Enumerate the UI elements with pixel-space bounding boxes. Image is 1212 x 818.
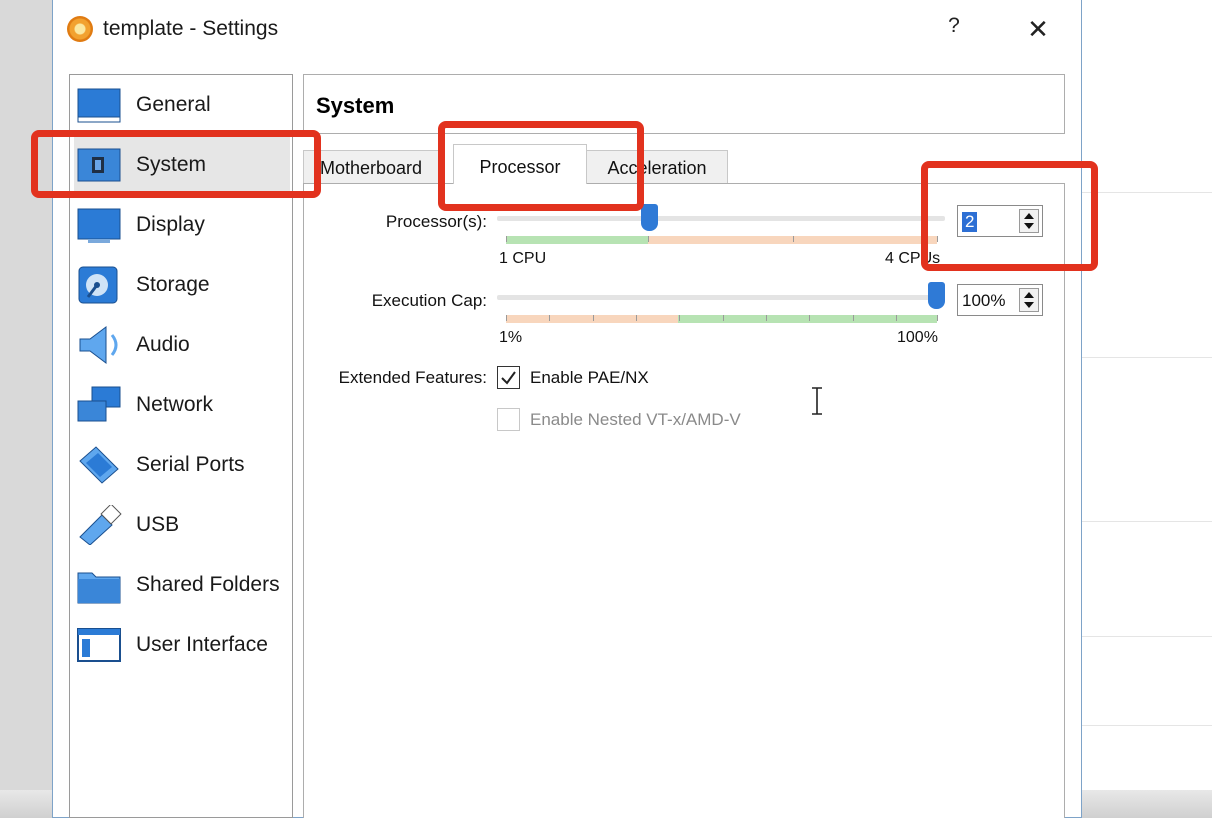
- sidebar-item-user-interface[interactable]: User Interface: [74, 617, 290, 673]
- slider-tick: [809, 315, 810, 321]
- sidebar-item-label: Audio: [136, 333, 190, 356]
- user-interface-icon: [77, 628, 121, 662]
- page-title: System: [316, 93, 395, 118]
- sidebar-item-label: Shared Folders: [136, 573, 280, 596]
- slider-tick: [853, 315, 854, 321]
- background-window: [1082, 0, 1212, 818]
- processors-count-highlight-box: [921, 161, 1098, 271]
- processors-min-label: 1 CPU: [499, 250, 547, 267]
- sidebar-item-label: Display: [136, 213, 205, 236]
- title-bar: template - Settings ? ✕: [53, 0, 1081, 58]
- slider-tick: [636, 315, 637, 321]
- background-divider: [1082, 192, 1212, 193]
- settings-window: template - Settings ? ✕ General System D…: [31, 0, 1098, 818]
- extended-features-label: Extended Features:: [338, 368, 487, 387]
- processor-tab-panel: [303, 183, 1065, 818]
- execution-cap-slider-thumb[interactable]: [928, 282, 945, 309]
- network-icon: [77, 386, 121, 422]
- execution-cap-range-warning: [506, 315, 678, 323]
- execution-cap-stepper[interactable]: [1019, 288, 1039, 312]
- background-divider: [1082, 725, 1212, 726]
- sidebar-item-network[interactable]: Network: [74, 377, 290, 433]
- sidebar-item-label: Network: [136, 393, 214, 416]
- slider-tick: [766, 315, 767, 321]
- sidebar-item-label: Storage: [136, 273, 210, 296]
- processor-tab-highlight-box: [438, 121, 644, 211]
- text-cursor-icon: [812, 387, 822, 415]
- execution-cap-spinbox[interactable]: 100%: [957, 284, 1043, 316]
- execution-cap-label: Execution Cap:: [371, 291, 487, 310]
- sidebar-item-label: Serial Ports: [136, 453, 245, 476]
- sidebar-item-label: USB: [136, 513, 180, 536]
- sidebar-item-usb[interactable]: USB: [74, 497, 290, 553]
- virtualbox-icon: [67, 16, 93, 42]
- sidebar-item-serial-ports[interactable]: Serial Ports: [74, 437, 290, 493]
- audio-icon: [79, 326, 118, 364]
- display-icon: [77, 208, 121, 243]
- execution-cap-value[interactable]: 100%: [962, 291, 1005, 311]
- slider-tick: [679, 315, 680, 321]
- sidebar-item-storage[interactable]: Storage: [74, 257, 290, 313]
- execution-cap-slider-track[interactable]: [497, 295, 945, 300]
- sidebar-item-general[interactable]: General: [74, 77, 290, 133]
- page-header: System: [303, 74, 1065, 134]
- execution-cap-range-recommended: [678, 315, 937, 323]
- enable-pae-checkbox[interactable]: [497, 366, 520, 389]
- storage-icon: [78, 266, 118, 304]
- slider-tick: [723, 315, 724, 321]
- processors-slider-track[interactable]: [497, 216, 945, 221]
- desktop-background: [0, 0, 52, 818]
- background-divider: [1082, 521, 1212, 522]
- general-icon: [77, 88, 121, 123]
- sidebar-item-label: General: [136, 93, 211, 116]
- background-divider: [1082, 357, 1212, 358]
- usb-icon: [79, 505, 122, 545]
- sidebar-item-label: User Interface: [136, 633, 268, 656]
- processors-slider-thumb[interactable]: [641, 204, 658, 231]
- help-button[interactable]: ?: [941, 14, 967, 44]
- enable-pae-label[interactable]: Enable PAE/NX: [530, 368, 649, 388]
- close-button[interactable]: ✕: [1021, 12, 1055, 46]
- checkmark-icon: [501, 371, 516, 385]
- sidebar-item-display[interactable]: Display: [74, 197, 290, 253]
- slider-tick: [506, 315, 507, 321]
- slider-tick: [648, 236, 649, 242]
- processors-label: Processor(s):: [385, 212, 487, 231]
- slider-tick: [896, 315, 897, 321]
- slider-tick: [506, 236, 507, 242]
- system-highlight-box: [31, 130, 321, 198]
- shared-folders-icon: [77, 572, 121, 604]
- execution-cap-min-label: 1%: [499, 329, 523, 346]
- window-title: template - Settings: [103, 17, 279, 40]
- stepper-down-icon[interactable]: [1024, 302, 1034, 308]
- background-divider: [1082, 636, 1212, 637]
- slider-tick: [593, 315, 594, 321]
- serial-ports-icon: [79, 446, 119, 484]
- slider-tick: [937, 315, 938, 321]
- tab-motherboard[interactable]: Motherboard: [303, 150, 439, 184]
- enable-nested-vtx-checkbox[interactable]: [497, 408, 520, 431]
- processors-range-recommended: [506, 236, 648, 244]
- sidebar-item-shared-folders[interactable]: Shared Folders: [74, 557, 290, 613]
- slider-tick: [793, 236, 794, 242]
- enable-nested-vtx-label[interactable]: Enable Nested VT-x/AMD-V: [530, 410, 741, 430]
- sidebar-item-audio[interactable]: Audio: [74, 317, 290, 373]
- execution-cap-max-label: 100%: [897, 329, 938, 346]
- stepper-up-icon[interactable]: [1024, 292, 1034, 298]
- slider-tick: [549, 315, 550, 321]
